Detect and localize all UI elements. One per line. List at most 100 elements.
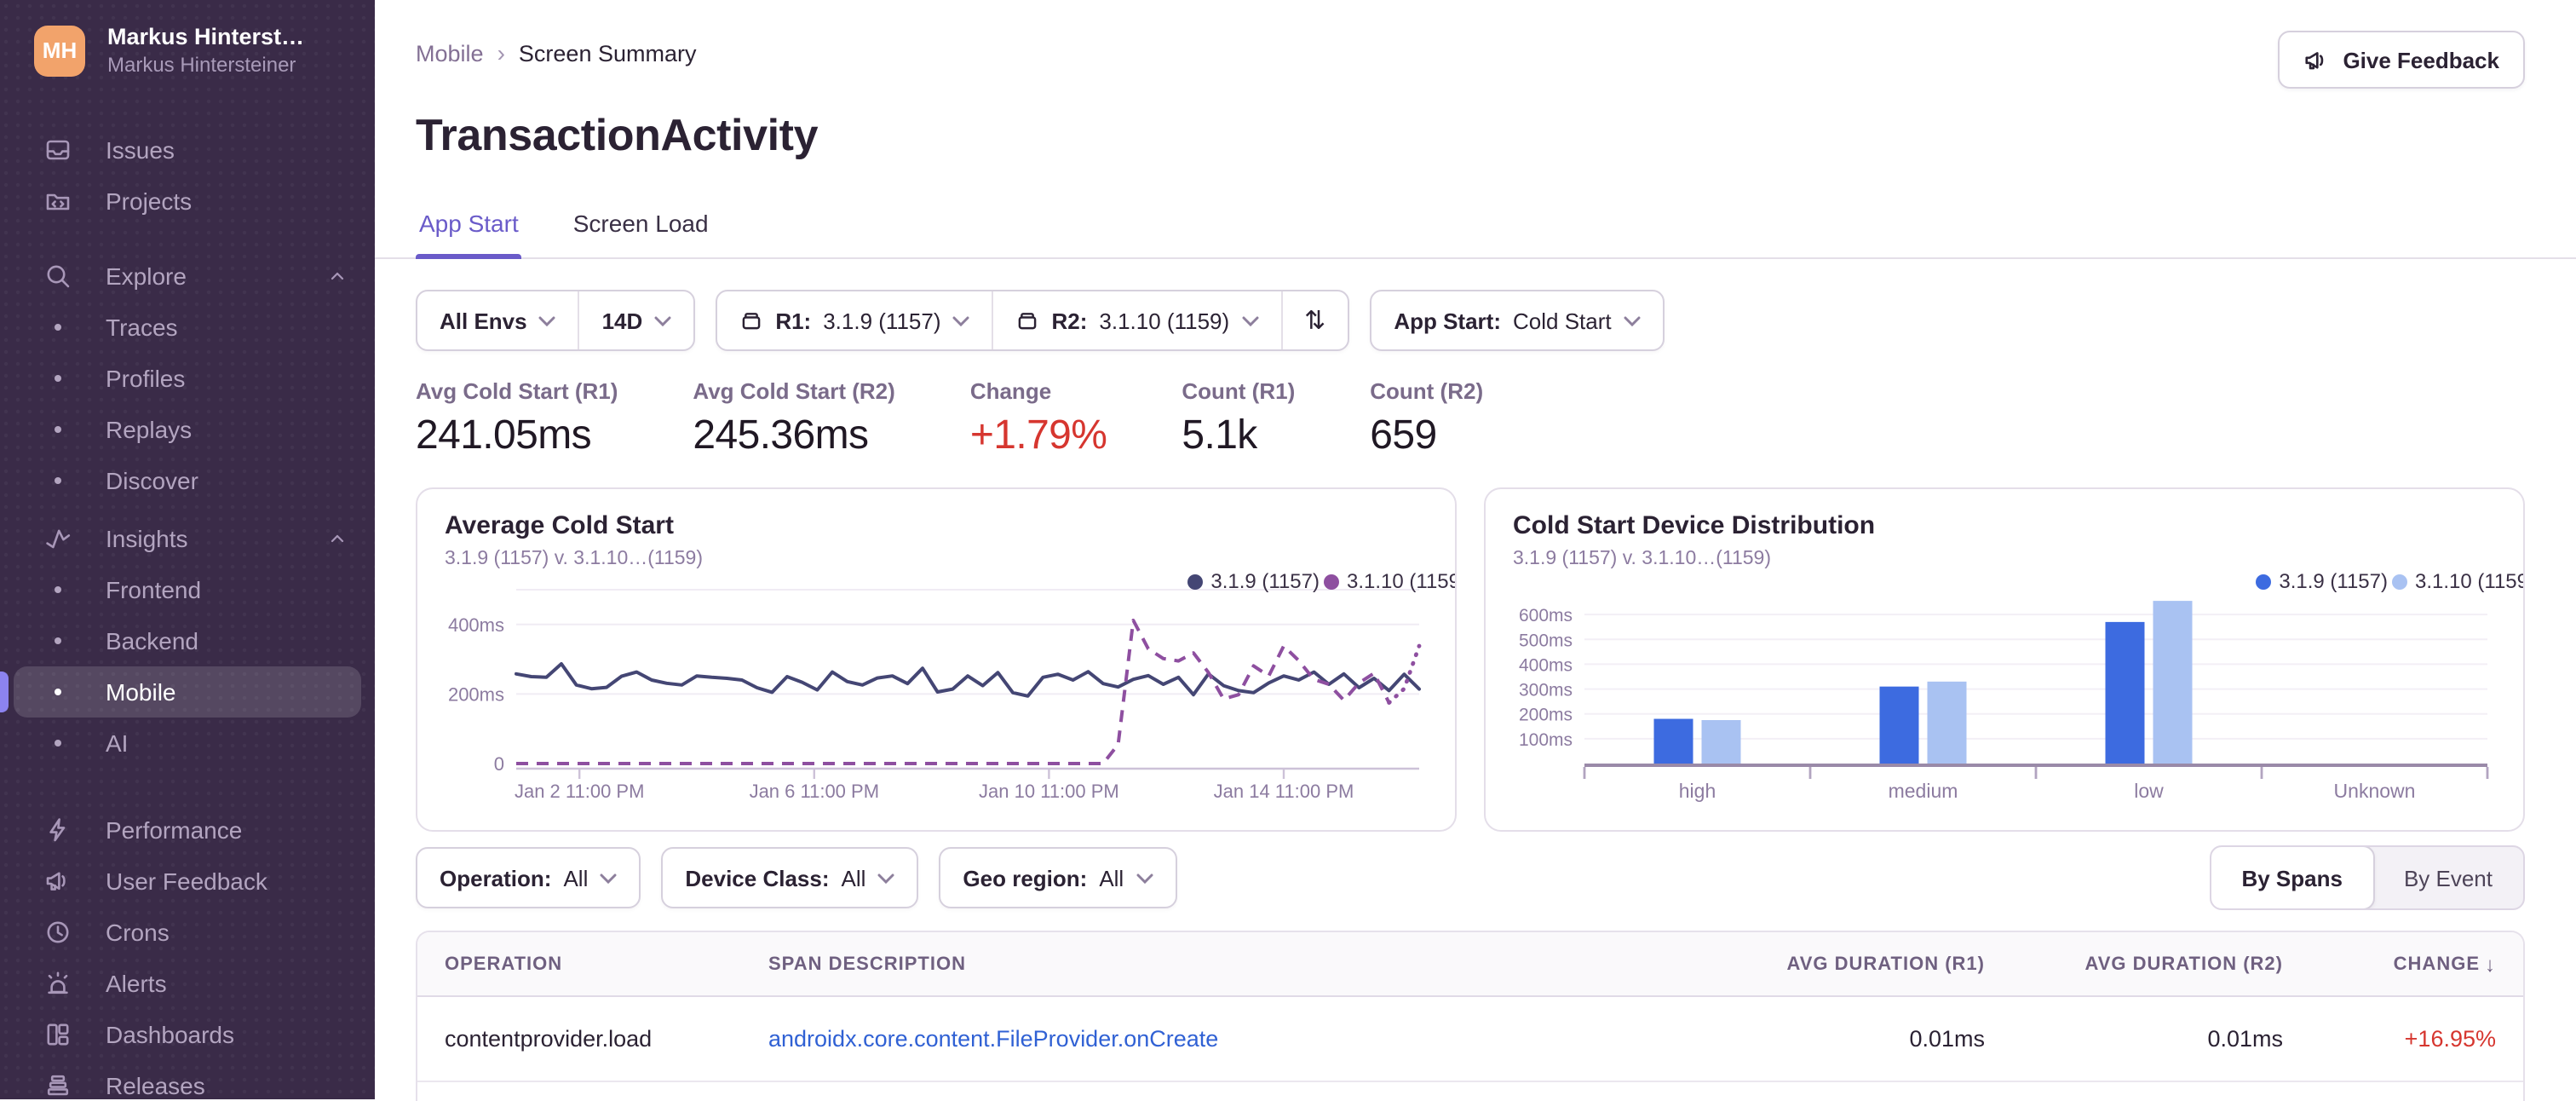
breadcrumb-mobile[interactable]: Mobile [416, 40, 484, 66]
device-distribution-card: Cold Start Device Distribution 3.1.9 (11… [1484, 487, 2525, 832]
sidebar-nav: Issues Projects Explore Traces Profiles Repla… [0, 124, 375, 1099]
legend-item[interactable]: 3.1.9 (1157) [2255, 569, 2388, 593]
svg-text:low: low [2134, 780, 2164, 802]
sidebar-item-mobile[interactable]: Mobile [0, 666, 361, 718]
stat-label: Count (R2) [1370, 378, 1484, 404]
sidebar-item-traces[interactable]: Traces [14, 302, 361, 353]
stat-label: Change [969, 378, 1052, 404]
chevron-down-icon [953, 315, 969, 326]
release-r2-selector[interactable]: R2: 3.1.10 (1159) [992, 291, 1281, 349]
alerts-icon [48, 971, 68, 994]
chart-title: Average Cold Start [445, 511, 674, 540]
svg-text:Jan 10 11:00 PM: Jan 10 11:00 PM [979, 781, 1119, 802]
chevron-down-icon [1136, 873, 1153, 884]
svg-text:100ms: 100ms [1519, 730, 1573, 750]
sidebar-item-releases[interactable]: Releases [14, 1060, 361, 1099]
sidebar-item-issues[interactable]: Issues [14, 124, 361, 176]
span-description-link[interactable]: androidx.core.content.FileProvider.onCre… [768, 1026, 1218, 1052]
chevron-up-icon [331, 272, 344, 280]
sidebar-item-backend[interactable]: Backend [14, 615, 361, 666]
stat-count-r1: Count (R1) 5.1k [1182, 378, 1295, 460]
stat-label: Count (R1) [1182, 378, 1296, 404]
bullet-icon [44, 324, 72, 331]
environment-filter[interactable]: All Envs [417, 291, 578, 349]
date-range-filter[interactable]: 14D [578, 291, 694, 349]
sidebar-item-crons[interactable]: Crons [14, 907, 361, 958]
appstart-type-label: App Start: [1394, 308, 1501, 333]
sidebar-item-alerts[interactable]: Alerts [14, 958, 361, 1009]
sidebar-item-profiles[interactable]: Profiles [14, 353, 361, 404]
table-row-partial [417, 1081, 2523, 1101]
column-header-avg-duration-r2[interactable]: AVG DURATION (R2) [2012, 954, 2310, 974]
dashboards-icon [47, 1023, 69, 1046]
sidebar-section-label: Explore [106, 262, 187, 290]
chevron-up-icon [331, 534, 344, 543]
device-class-filter[interactable]: Device Class: All [663, 849, 917, 907]
sidebar-item-replays[interactable]: Replays [14, 404, 361, 455]
stat-avg-cold-start-r2: Avg Cold Start (R2) 245.36ms [693, 378, 894, 460]
legend-label: 3.1.10 (1159) [1347, 569, 1457, 593]
chart-legend: 3.1.9 (1157) 3.1.10 (1159) [2255, 569, 2525, 593]
user-menu[interactable]: MH Markus Hinterst… Markus Hintersteiner [0, 0, 375, 94]
stat-change: Change +1.79% [970, 378, 1107, 460]
legend-item[interactable]: 3.1.9 (1157) [1187, 569, 1320, 593]
svg-text:Jan 2 11:00 PM: Jan 2 11:00 PM [515, 781, 644, 802]
filter-label: Operation: [440, 865, 552, 891]
geo-region-filter[interactable]: Geo region: All [940, 849, 1175, 907]
stat-value: +1.79% [969, 412, 1107, 458]
stat-label: Avg Cold Start (R1) [416, 378, 618, 404]
column-header-span-description[interactable]: SPAN DESCRIPTION [741, 954, 1714, 974]
tabs: App Start Screen Load [416, 199, 2525, 259]
megaphone-icon [46, 872, 66, 891]
appstart-type-filter[interactable]: App Start: Cold Start [1371, 291, 1662, 349]
sidebar-item-label: Frontend [106, 576, 202, 603]
sidebar-item-label: Mobile [106, 678, 176, 706]
toggle-by-spans[interactable]: By Spans [2211, 847, 2375, 908]
stat-count-r2: Count (R2) 659 [1370, 378, 1483, 460]
avatar: MH [34, 25, 85, 76]
toggle-by-event[interactable]: By Event [2373, 847, 2523, 908]
swap-releases-button[interactable]: ⇅ [1280, 291, 1348, 349]
view-toggle: By Spans By Event [2209, 845, 2525, 910]
give-feedback-button[interactable]: Give Feedback [2278, 31, 2525, 89]
legend-label: 3.1.9 (1157) [2279, 569, 2388, 593]
sidebar-item-dashboards[interactable]: Dashboards [14, 1009, 361, 1060]
svg-text:300ms: 300ms [1519, 681, 1573, 700]
column-header-avg-duration-r1[interactable]: AVG DURATION (R1) [1714, 954, 2012, 974]
sidebar-section-insights[interactable]: Insights [14, 513, 361, 564]
legend-item[interactable]: 3.1.10 (1159) [2391, 569, 2525, 593]
column-label: CHANGE [2393, 954, 2480, 974]
env-date-group: All Envs 14D [416, 290, 696, 351]
chevron-down-icon [1241, 315, 1258, 326]
sidebar-item-ai[interactable]: AI [14, 718, 361, 769]
appstart-type-value: Cold Start [1513, 308, 1612, 333]
release-r1-value: 3.1.9 (1157) [823, 308, 941, 333]
column-header-change[interactable]: CHANGE ↓ [2310, 952, 2523, 976]
sidebar-item-label: Discover [106, 467, 198, 494]
legend-item[interactable]: 3.1.10 (1159) [1323, 569, 1457, 593]
sidebar-item-user-feedback[interactable]: User Feedback [14, 856, 361, 907]
sidebar-item-discover[interactable]: Discover [14, 455, 361, 506]
sidebar-item-performance[interactable]: Performance [14, 804, 361, 856]
legend-label: 3.1.10 (1159) [2415, 569, 2525, 593]
cell-change: +16.95% [2404, 1026, 2496, 1052]
page-header: Mobile › Screen Summary Give Feedback Tr… [375, 0, 2576, 259]
sidebar-section-explore[interactable]: Explore [14, 251, 361, 302]
give-feedback-label: Give Feedback [2343, 47, 2499, 72]
sidebar-item-projects[interactable]: Projects [14, 176, 361, 227]
tab-screen-load[interactable]: Screen Load [570, 199, 712, 257]
bullet-icon [44, 477, 72, 484]
release-r1-selector[interactable]: R1: 3.1.9 (1157) [717, 291, 992, 349]
sidebar-item-label: User Feedback [106, 868, 267, 895]
operation-filter[interactable]: Operation: All [417, 849, 639, 907]
column-label: AVG DURATION (R2) [2084, 954, 2283, 974]
sort-desc-icon: ↓ [2485, 952, 2496, 976]
svg-text:high: high [1679, 780, 1716, 802]
chevron-down-icon [1624, 315, 1641, 326]
bullet-icon [44, 586, 72, 593]
tab-app-start[interactable]: App Start [416, 199, 523, 259]
sidebar-item-frontend[interactable]: Frontend [14, 564, 361, 615]
column-header-operation[interactable]: OPERATION [417, 954, 741, 974]
active-indicator [0, 672, 9, 712]
insights-icon [46, 529, 71, 549]
